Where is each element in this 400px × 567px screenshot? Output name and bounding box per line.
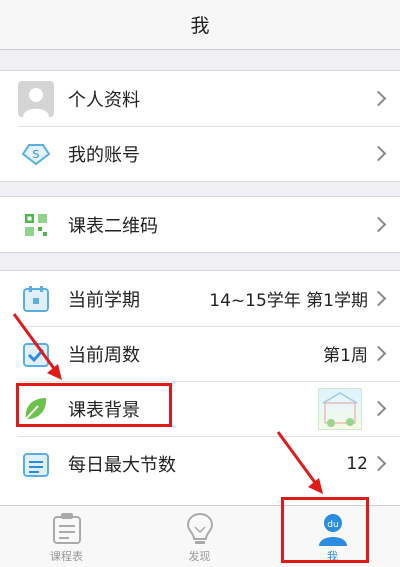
tab-label: 发现 xyxy=(188,550,211,563)
menu-item-label: 当前周数 xyxy=(68,344,140,366)
bulb-icon xyxy=(186,512,213,544)
chevron-right-icon xyxy=(370,290,387,307)
menu-item-label: 每日最大节数 xyxy=(68,454,176,476)
profile-section: 个人资料 S 我的账号 xyxy=(0,70,400,182)
chevron-right-icon xyxy=(370,145,387,162)
page-title: 我 xyxy=(190,15,210,37)
tab-schedule[interactable]: 课程表 xyxy=(0,506,133,567)
qrcode-icon xyxy=(18,207,54,243)
menu-item-current-term[interactable]: 当前学期 14~15学年 第1学期 xyxy=(0,271,400,326)
background-thumbnail xyxy=(318,388,362,430)
chevron-right-icon xyxy=(370,216,387,233)
account-diamond-icon: S xyxy=(18,136,54,172)
tab-discover[interactable]: 发现 xyxy=(133,506,266,567)
chevron-right-icon xyxy=(370,345,387,362)
qrcode-section: 课表二维码 xyxy=(0,196,400,253)
current-week-value: 第1周 xyxy=(323,346,368,366)
menu-item-profile[interactable]: 个人资料 xyxy=(0,71,400,126)
menu-item-account[interactable]: S 我的账号 xyxy=(0,126,400,181)
chevron-right-icon xyxy=(370,455,387,472)
list-icon xyxy=(18,446,54,482)
svg-text:S: S xyxy=(33,148,40,161)
tab-label: 课程表 xyxy=(50,550,83,563)
schedule-icon xyxy=(52,513,81,544)
menu-item-label: 个人资料 xyxy=(68,89,140,111)
menu-item-current-week[interactable]: 当前周数 第1周 xyxy=(0,326,400,381)
menu-item-max-periods[interactable]: 每日最大节数 12 xyxy=(0,436,400,491)
chevron-right-icon xyxy=(370,400,387,417)
avatar-icon xyxy=(18,80,54,117)
nav-header: 我 xyxy=(0,0,400,50)
menu-item-label: 课表二维码 xyxy=(68,215,158,237)
check-calendar-icon xyxy=(18,336,54,372)
max-periods-value: 12 xyxy=(346,453,368,474)
highlight-box-schedule-background xyxy=(16,383,172,427)
menu-item-label: 我的账号 xyxy=(68,144,140,166)
highlight-box-me-tab xyxy=(281,497,369,563)
chevron-right-icon xyxy=(370,90,387,107)
menu-item-qrcode[interactable]: 课表二维码 xyxy=(0,197,400,252)
menu-item-label: 当前学期 xyxy=(68,289,140,311)
calendar-icon xyxy=(18,281,54,317)
current-term-value: 14~15学年 第1学期 xyxy=(209,291,368,311)
